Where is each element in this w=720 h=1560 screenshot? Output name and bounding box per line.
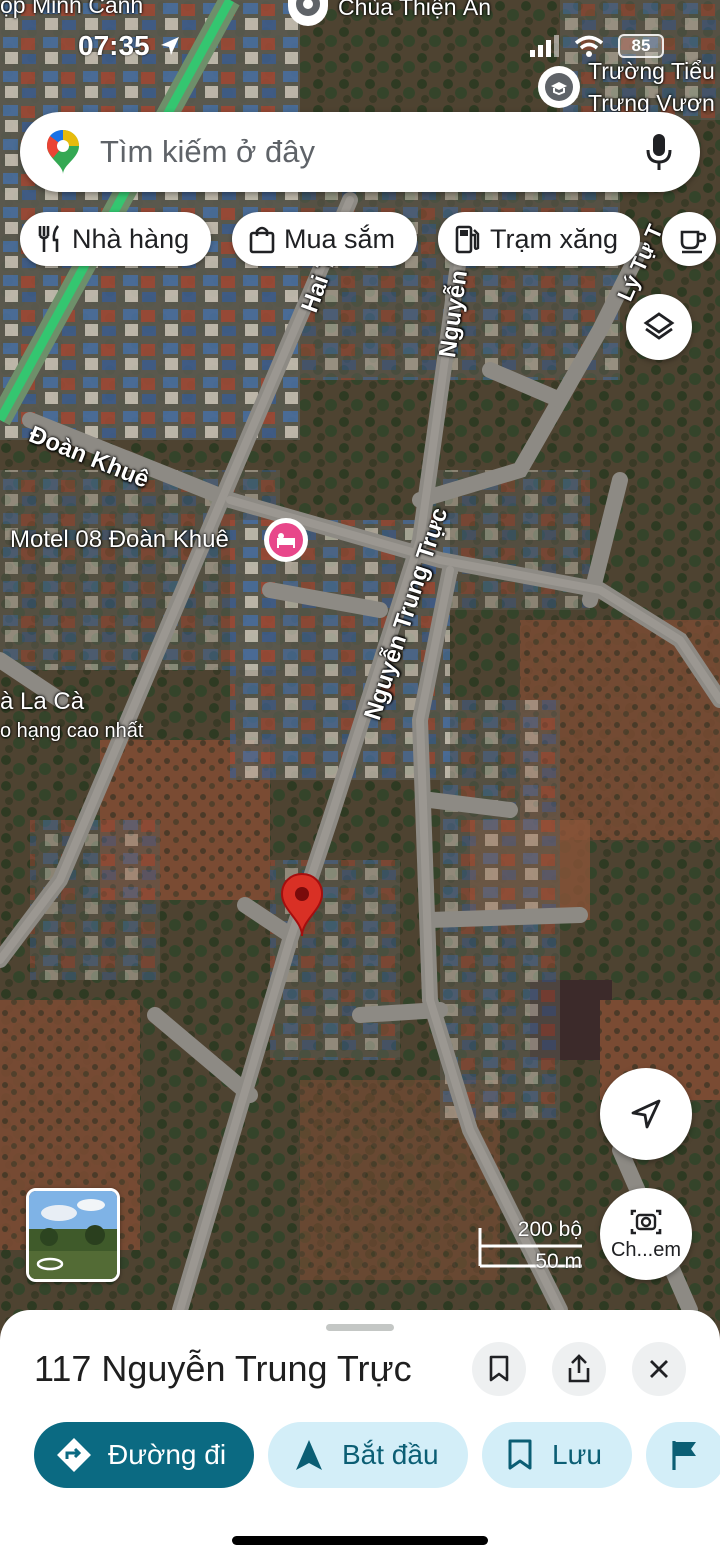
restaurant-icon — [38, 225, 60, 252]
close-icon — [650, 1360, 668, 1378]
save-label: Lưu — [552, 1439, 602, 1470]
poi-label-la-ca-sub: o hạng cao nhất — [0, 720, 144, 742]
poi-label-motel: Motel 08 Đoàn Khuê — [10, 526, 229, 553]
flag-icon — [672, 1441, 696, 1470]
close-button[interactable] — [632, 1342, 686, 1396]
poi-label-chua: Chùa Thiện Ân — [338, 0, 492, 20]
chip-shopping[interactable]: Mua sắm — [232, 212, 418, 266]
location-arrow-icon — [161, 37, 180, 55]
wifi-icon — [574, 35, 604, 57]
poi-label-la-ca: à La Cà — [0, 688, 85, 715]
directions-label: Đường đi — [108, 1439, 227, 1470]
street-view-thumbnail[interactable] — [26, 1188, 120, 1282]
cellular-signal-icon — [530, 35, 559, 57]
start-navigation-button[interactable]: Bắt đầu — [268, 1422, 468, 1488]
share-button[interactable] — [552, 1342, 606, 1396]
location-pin-icon[interactable] — [280, 872, 324, 938]
shopping-bag-icon — [249, 226, 275, 254]
category-chips: Nhà hàng Mua sắm Trạm xăng — [20, 212, 720, 268]
share-icon — [568, 1354, 590, 1383]
rotate-360-icon — [36, 1257, 64, 1271]
save-button[interactable]: Lưu — [482, 1422, 632, 1488]
hotel-pin-icon[interactable] — [264, 518, 308, 562]
chip-cafe[interactable] — [662, 212, 716, 266]
battery-indicator: 85 — [618, 34, 664, 58]
poi-label-top-left: ộp Minh Cảnh — [0, 0, 144, 18]
status-time: 07:35 — [78, 30, 181, 62]
my-location-button[interactable] — [600, 1068, 692, 1160]
flag-button[interactable] — [646, 1422, 720, 1488]
camera-search-label: Ch...em — [610, 1238, 682, 1261]
layers-icon — [643, 312, 675, 340]
chip-restaurants[interactable]: Nhà hàng — [20, 212, 212, 266]
home-indicator[interactable] — [232, 1536, 488, 1545]
chip-gas-stations-label: Trạm xăng — [490, 223, 619, 254]
place-title: 117 Nguyễn Trung Trực — [34, 1348, 412, 1389]
sheet-drag-handle[interactable] — [326, 1324, 394, 1331]
directions-button[interactable]: Đường đi — [34, 1422, 254, 1488]
camera-search-button[interactable]: Ch...em — [600, 1188, 692, 1280]
search-input[interactable]: Tìm kiếm ở đây — [100, 134, 644, 170]
bookmark-icon — [508, 1439, 532, 1470]
scale-feet: 200 bộ — [517, 1218, 582, 1241]
camera-icon — [630, 1209, 662, 1234]
chip-shopping-label: Mua sắm — [284, 223, 396, 254]
bookmark-button[interactable] — [472, 1342, 526, 1396]
search-bar[interactable]: Tìm kiếm ở đây — [20, 112, 700, 192]
directions-icon — [57, 1438, 91, 1472]
chip-gas-stations[interactable]: Trạm xăng — [438, 212, 641, 266]
layers-button[interactable] — [626, 294, 692, 360]
bookmark-icon — [489, 1355, 509, 1382]
navigation-arrow-icon — [631, 1099, 661, 1129]
navigation-arrow-icon — [296, 1440, 322, 1470]
microphone-icon[interactable] — [644, 132, 674, 172]
temple-pin-icon[interactable] — [288, 0, 328, 26]
start-navigation-label: Bắt đầu — [342, 1439, 439, 1470]
coffee-cup-icon — [680, 230, 707, 254]
school-pin-icon[interactable] — [538, 66, 580, 108]
scale-meters: 50 m — [535, 1250, 582, 1273]
chip-restaurants-label: Nhà hàng — [72, 223, 190, 254]
poi-label-truong-1: Trường Tiểu — [588, 58, 715, 84]
google-maps-logo-icon — [47, 130, 79, 174]
place-bottom-sheet[interactable]: 117 Nguyễn Trung Trực Đường đi Bắt đầu L… — [0, 1310, 720, 1560]
gas-station-icon — [455, 225, 480, 254]
map-scale: 200 bộ 50 m — [478, 1218, 588, 1274]
status-indicators: 85 — [530, 34, 664, 58]
